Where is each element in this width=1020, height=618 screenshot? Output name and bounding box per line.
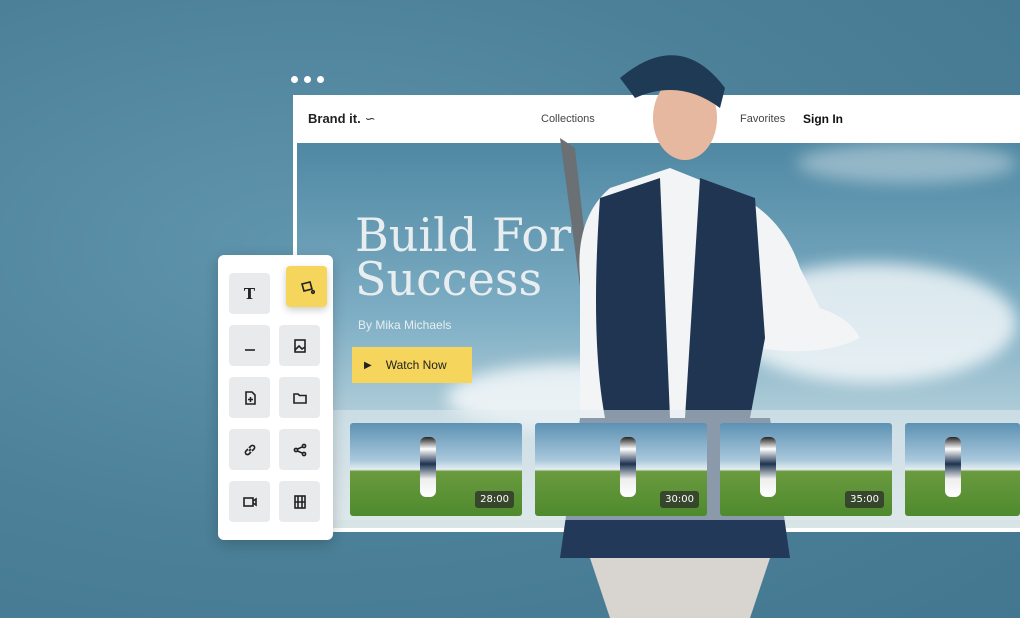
video-thumbnail[interactable]	[905, 423, 1020, 516]
video-thumbnail[interactable]: 35:00	[720, 423, 892, 516]
share-button[interactable]	[279, 429, 320, 470]
duration-badge: 35:00	[845, 491, 884, 508]
hero-byline: By Mika Michaels	[358, 318, 452, 332]
text-icon: T	[243, 284, 256, 303]
divider-icon	[244, 348, 255, 351]
add-file-icon	[244, 390, 256, 405]
divider-tool-button[interactable]	[229, 325, 270, 366]
folder-icon	[292, 392, 307, 404]
image-icon	[293, 338, 306, 353]
paint-tool-button[interactable]	[286, 266, 327, 307]
brand-name: Brand it.	[308, 111, 361, 126]
duration-badge: 28:00	[475, 491, 514, 508]
paint-bucket-icon	[300, 280, 315, 294]
duration-badge: 30:00	[660, 491, 699, 508]
link-button[interactable]	[229, 429, 270, 470]
video-icon	[242, 496, 257, 507]
film-icon	[293, 494, 306, 509]
watch-now-label: Watch Now	[385, 358, 447, 372]
window-dots	[291, 76, 324, 83]
editor-toolbar: T	[218, 255, 333, 540]
brand-signature: ∽	[364, 112, 376, 127]
image-tool-button[interactable]	[279, 325, 320, 366]
watch-now-button[interactable]: ▶ Watch Now	[352, 347, 472, 383]
golfer-photo	[560, 55, 860, 618]
video-thumbnail[interactable]: 30:00	[535, 423, 707, 516]
play-icon: ▶	[364, 359, 372, 371]
share-icon	[293, 443, 306, 456]
video-button[interactable]	[229, 481, 270, 522]
link-icon	[244, 444, 255, 455]
video-thumbnail[interactable]: 28:00	[350, 423, 522, 516]
text-tool-button[interactable]: T	[229, 273, 270, 314]
brand-logo[interactable]: Brand it. ∽	[308, 111, 376, 127]
film-button[interactable]	[279, 481, 320, 522]
add-file-button[interactable]	[229, 377, 270, 418]
folder-button[interactable]	[279, 377, 320, 418]
